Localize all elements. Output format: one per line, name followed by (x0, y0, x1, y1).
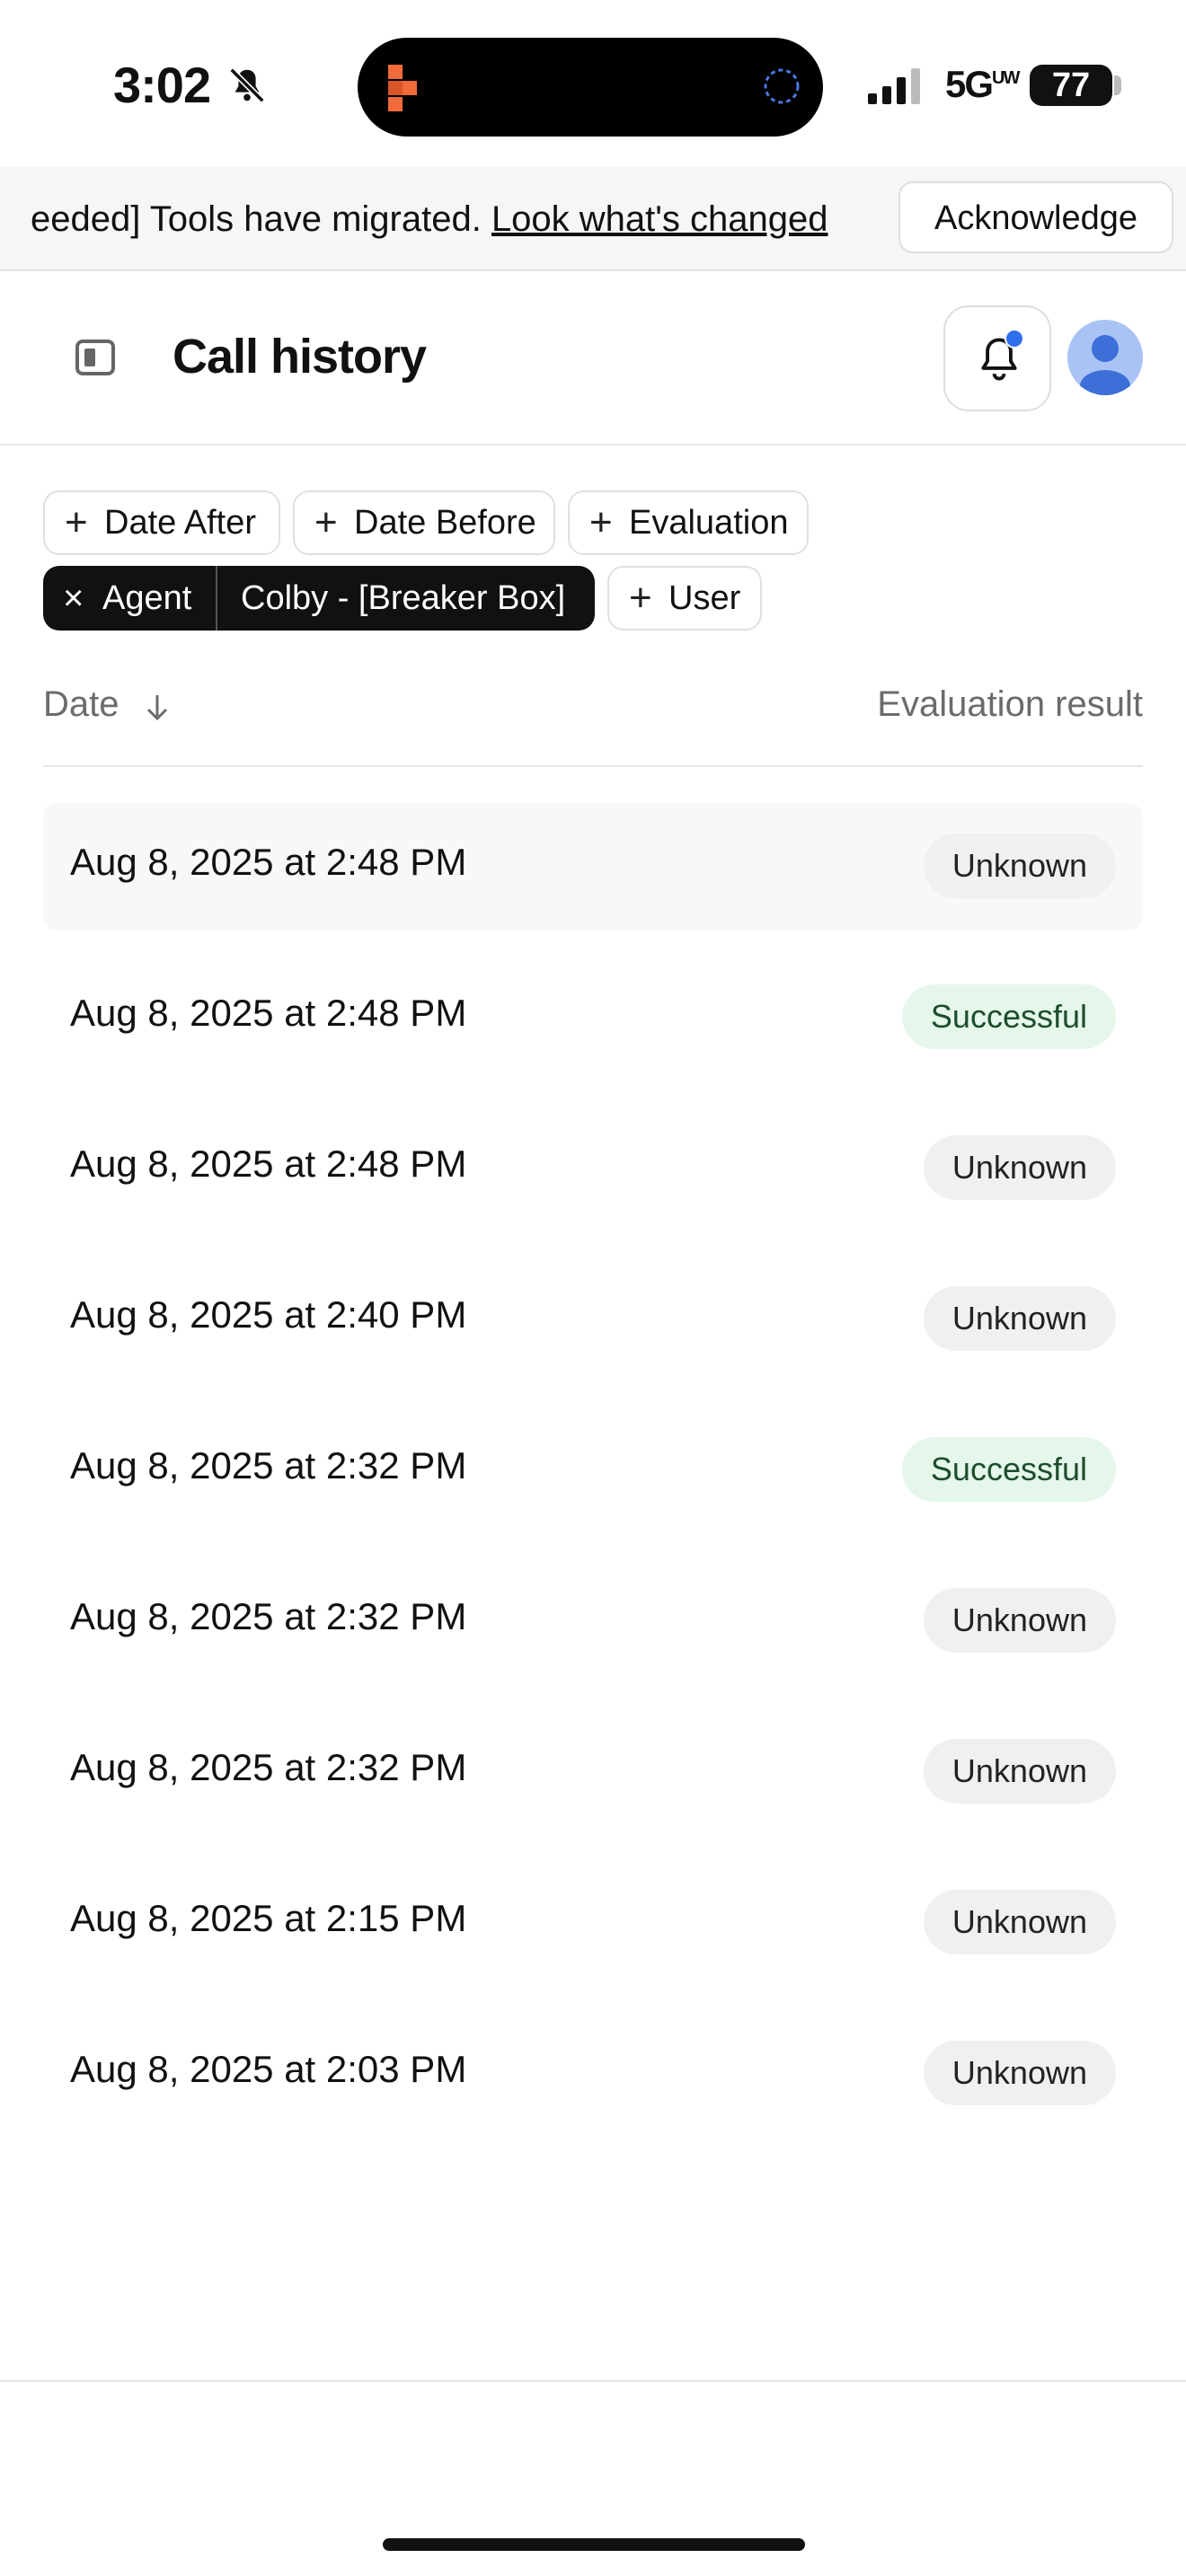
table-row[interactable]: Aug 8, 2025 at 2:15 PM Unknown (43, 1859, 1143, 1987)
home-indicator[interactable] (383, 2538, 805, 2551)
status-badge: Successful (901, 984, 1116, 1049)
migration-banner: eeded] Tools have migrated. Look what's … (0, 167, 1186, 271)
notification-dot (1005, 329, 1024, 348)
status-badge: Unknown (923, 1739, 1116, 1804)
close-icon[interactable]: × (63, 566, 84, 631)
table-row[interactable]: Aug 8, 2025 at 2:32 PM Successful (43, 1407, 1143, 1534)
filter-user[interactable]: + User (607, 566, 762, 631)
row-date: Aug 8, 2025 at 2:32 PM (70, 1595, 467, 1637)
table-row[interactable]: Aug 8, 2025 at 2:32 PM Unknown (43, 1708, 1143, 1836)
status-badge: Unknown (923, 1588, 1116, 1653)
filter-agent-label: Agent (102, 579, 192, 617)
battery-cap (1114, 75, 1121, 95)
network-type: 5GUW (945, 63, 1020, 105)
app-logo-icon (388, 65, 417, 111)
table-row[interactable]: Aug 8, 2025 at 2:48 PM Unknown (43, 803, 1143, 931)
plus-icon: + (589, 500, 613, 544)
chip-divider (216, 566, 217, 631)
banner-link[interactable]: Look what's changed (491, 199, 828, 239)
sort-arrow-down-icon[interactable] (144, 692, 171, 724)
column-header-evaluation: Evaluation result (877, 684, 1143, 724)
dynamic-island (358, 38, 823, 137)
filter-label: Evaluation (629, 504, 789, 542)
row-date: Aug 8, 2025 at 2:40 PM (70, 1293, 467, 1336)
page-header: Call history (0, 271, 1186, 446)
filter-agent-active[interactable]: × Agent Colby - [Breaker Box] (43, 566, 595, 631)
row-date: Aug 8, 2025 at 2:15 PM (70, 1897, 467, 1939)
status-badge: Unknown (923, 834, 1116, 898)
table-row[interactable]: Aug 8, 2025 at 2:48 PM Successful (43, 954, 1143, 1081)
filter-label: Date Before (354, 504, 536, 542)
status-badge: Unknown (923, 1286, 1116, 1351)
status-badge: Unknown (923, 1135, 1116, 1200)
filter-evaluation[interactable]: + Evaluation (568, 490, 809, 555)
table-row[interactable]: Aug 8, 2025 at 2:03 PM Unknown (43, 2010, 1143, 2138)
row-date: Aug 8, 2025 at 2:48 PM (70, 992, 467, 1034)
plus-icon: + (65, 500, 88, 544)
status-bar: 3:02 5GUW 77 (0, 0, 1186, 167)
battery-indicator: 77 (1030, 65, 1112, 106)
filter-label: Date After (104, 504, 256, 542)
plus-icon: + (314, 500, 338, 544)
filter-date-before[interactable]: + Date Before (293, 490, 555, 555)
filter-label: User (668, 579, 741, 617)
plus-icon: + (629, 576, 652, 620)
status-badge: Unknown (923, 1890, 1116, 1954)
activity-ring-icon (764, 68, 800, 104)
row-date: Aug 8, 2025 at 2:03 PM (70, 2048, 467, 2090)
table-row[interactable]: Aug 8, 2025 at 2:40 PM Unknown (43, 1256, 1143, 1383)
avatar[interactable] (1067, 320, 1143, 395)
user-avatar-icon (1080, 335, 1130, 395)
column-header-date[interactable]: Date (43, 684, 119, 725)
table-row[interactable]: Aug 8, 2025 at 2:32 PM Unknown (43, 1557, 1143, 1685)
sidebar-toggle-icon[interactable] (75, 340, 115, 375)
bell-slash-icon (229, 67, 265, 103)
table-row[interactable]: Aug 8, 2025 at 2:48 PM Unknown (43, 1105, 1143, 1232)
status-time: 3:02 (113, 57, 211, 113)
status-badge: Unknown (923, 2041, 1116, 2105)
filter-agent-value[interactable]: Colby - [Breaker Box] (241, 566, 565, 631)
row-date: Aug 8, 2025 at 2:32 PM (70, 1746, 467, 1788)
cellular-signal-icon (868, 68, 920, 104)
status-badge: Successful (901, 1437, 1116, 1502)
row-date: Aug 8, 2025 at 2:48 PM (70, 1142, 467, 1185)
banner-text: eeded] Tools have migrated. (31, 199, 491, 239)
filter-date-after[interactable]: + Date After (43, 490, 280, 555)
acknowledge-button[interactable]: Acknowledge (898, 181, 1173, 253)
bottom-divider (0, 2380, 1186, 2382)
banner-message: eeded] Tools have migrated. Look what's … (31, 194, 890, 244)
page-title: Call history (173, 330, 427, 384)
row-date: Aug 8, 2025 at 2:32 PM (70, 1444, 467, 1486)
notifications-button[interactable] (943, 305, 1051, 411)
row-date: Aug 8, 2025 at 2:48 PM (70, 841, 467, 883)
header-divider (43, 765, 1143, 767)
